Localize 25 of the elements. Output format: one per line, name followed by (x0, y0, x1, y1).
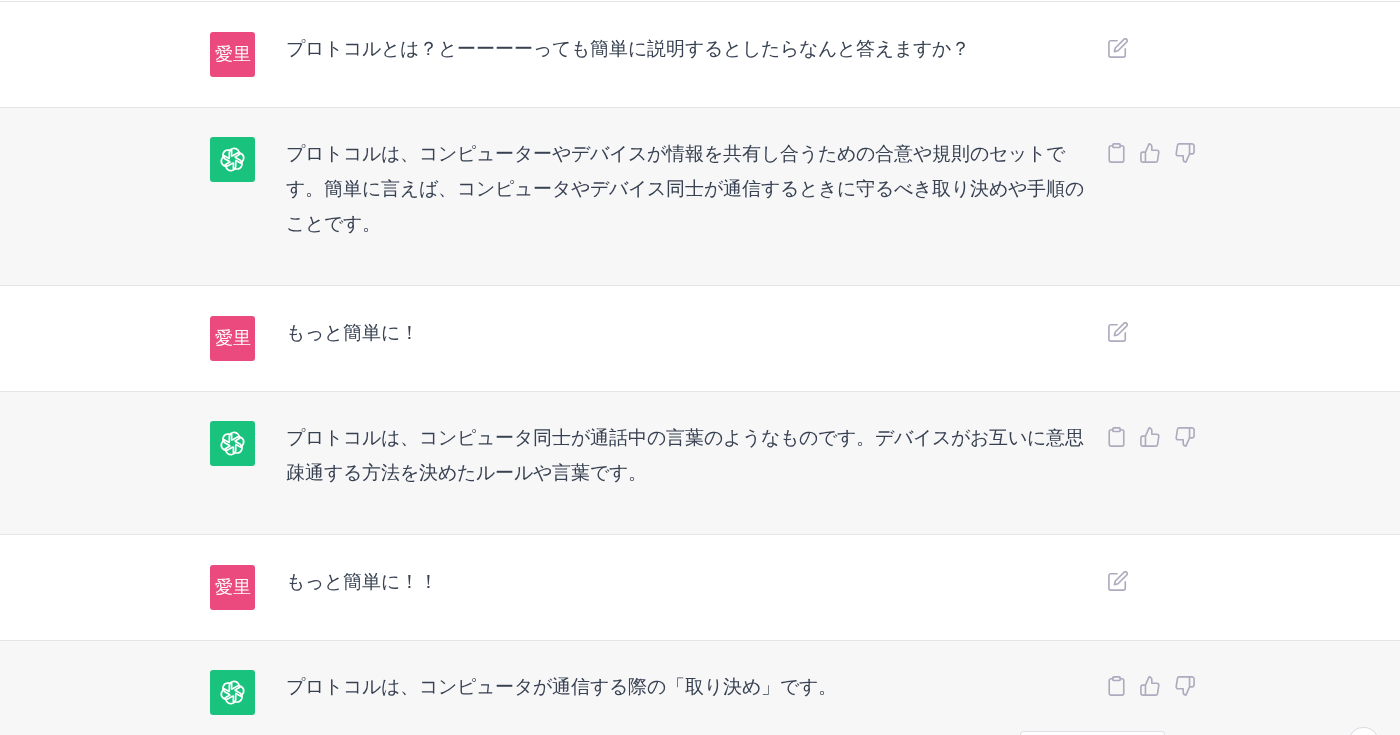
thumbs-down-icon[interactable] (1175, 143, 1195, 163)
thumbs-up-icon[interactable] (1140, 427, 1160, 447)
edit-icon[interactable] (1108, 322, 1128, 342)
message-text: プロトコルは、コンピューターやデバイスが情報を共有し合うための合意や規則のセットです。簡単に言えば、コンピュータやデバイス同士が通信するときに守るべき取り決めや手順のことです。 (286, 142, 1085, 236)
clipboard-icon[interactable] (1108, 676, 1125, 696)
message-text: もっと簡単に！！ (286, 570, 439, 594)
edit-icon[interactable] (1108, 38, 1128, 58)
thumbs-down-icon[interactable] (1175, 427, 1195, 447)
clipboard-icon[interactable] (1108, 143, 1125, 163)
thumbs-down-icon[interactable] (1175, 676, 1195, 696)
edit-icon[interactable] (1108, 571, 1128, 591)
round-button[interactable] (1348, 727, 1379, 735)
thumbs-up-icon[interactable] (1140, 143, 1160, 163)
user-avatar: 愛里 (210, 316, 255, 361)
message-text: プロトコルは、コンピュータが通信する際の「取り決め」です。 (286, 675, 838, 699)
message-text: もっと簡単に！ (286, 321, 420, 345)
user-avatar: 愛里 (210, 32, 255, 77)
user-avatar: 愛里 (210, 565, 255, 610)
message-text: プロトコルとは？とーーーーっても簡単に説明するとしたらなんと答えますか？ (286, 37, 971, 61)
thumbs-up-icon[interactable] (1140, 676, 1160, 696)
message-text: プロトコルは、コンピュータ同士が通話中の言葉のようなものです。デバイスがお互いに意思疎通する方法を決めたルールや言葉です。 (286, 426, 1085, 485)
clipboard-icon[interactable] (1108, 427, 1125, 447)
knot-avatar-icon (210, 137, 255, 182)
knot-avatar-icon (210, 670, 255, 715)
knot-avatar-icon (210, 421, 255, 466)
